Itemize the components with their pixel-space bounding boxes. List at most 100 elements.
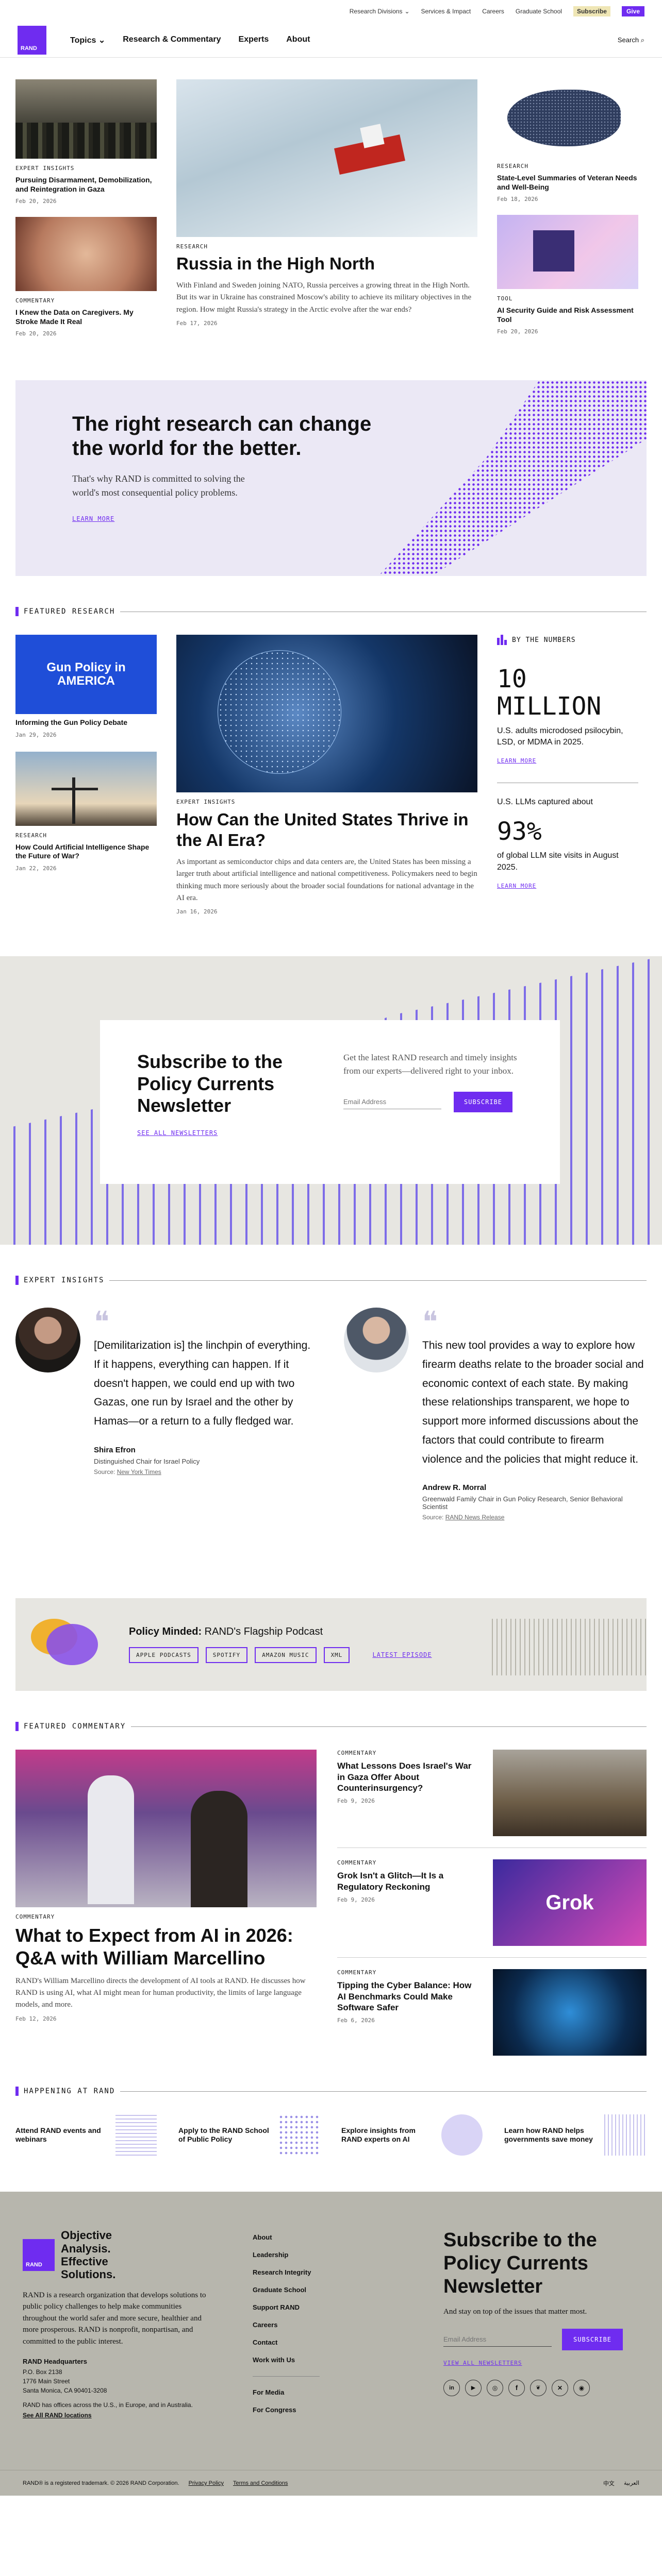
- subscribe-button[interactable]: Subscribe: [573, 6, 610, 16]
- see-all-newsletters-link[interactable]: SEE ALL NEWSLETTERS: [137, 1129, 218, 1137]
- happening-label: Apply to the RAND School of Public Polic…: [178, 2126, 269, 2144]
- give-button[interactable]: Give: [621, 6, 644, 16]
- feature-date: Feb 17, 2026: [176, 319, 218, 327]
- footer-link-about[interactable]: About: [253, 2229, 397, 2246]
- utility-link-careers[interactable]: Careers: [482, 8, 504, 15]
- utility-link-services[interactable]: Services & Impact: [421, 8, 471, 15]
- item-title: Tipping the Cyber Balance: How AI Benchm…: [337, 1980, 472, 2012]
- happening-item[interactable]: Apply to the RAND School of Public Polic…: [178, 2114, 321, 2156]
- source-prefix: Source:: [94, 1468, 117, 1476]
- commentary-item[interactable]: COMMENTARY Grok Isn't a Glitch—It Is a R…: [337, 1848, 647, 1958]
- happening-label: Learn how RAND helps governments save mo…: [504, 2126, 593, 2144]
- nav-topics[interactable]: Topics ⌄: [70, 35, 105, 45]
- divider: [253, 2376, 320, 2377]
- commentary-list: COMMENTARY What Lessons Does Israel's Wa…: [337, 1750, 647, 2056]
- amazon-music-button[interactable]: AMAZON MUSIC: [255, 1647, 317, 1664]
- commentary-item[interactable]: COMMENTARY Tipping the Cyber Balance: Ho…: [337, 1958, 647, 2056]
- quote-icon: ❝: [422, 1306, 438, 1338]
- youtube-icon[interactable]: ▶: [465, 2379, 482, 2396]
- search-button[interactable]: Search ⌕: [618, 36, 644, 44]
- rand-logo[interactable]: RAND: [18, 25, 46, 55]
- latest-episode-link[interactable]: LATEST EPISODE: [372, 1651, 432, 1658]
- newsletter-title: Subscribe to the Policy Currents Newslet…: [137, 1051, 283, 1116]
- story-card[interactable]: EXPERT INSIGHTS Pursuing Disarmament, De…: [15, 79, 157, 205]
- section-rule: [131, 1726, 647, 1727]
- footer-link-graduate-school[interactable]: Graduate School: [253, 2281, 397, 2299]
- footer-logo[interactable]: RAND: [23, 2239, 55, 2272]
- happening-item[interactable]: Learn how RAND helps governments save mo…: [504, 2114, 647, 2156]
- footer-link-leadership[interactable]: Leadership: [253, 2246, 397, 2264]
- footer-link-support[interactable]: Support RAND: [253, 2299, 397, 2316]
- story-card[interactable]: RESEARCH How Could Artificial Intelligen…: [15, 751, 157, 872]
- nav-research-commentary[interactable]: Research & Commentary: [123, 35, 221, 45]
- feature-story[interactable]: RESEARCH Russia in the High North With F…: [176, 79, 477, 337]
- footer-link-media[interactable]: For Media: [253, 2384, 397, 2401]
- all-locations-link[interactable]: See All RAND locations: [23, 2412, 214, 2419]
- footer-link-work-with-us[interactable]: Work with Us: [253, 2351, 397, 2369]
- source-link[interactable]: New York Times: [117, 1468, 161, 1476]
- story-image: [15, 79, 157, 159]
- language-arabic[interactable]: العربية: [624, 2480, 639, 2486]
- footer-offices: RAND has offices across the U.S., in Eur…: [23, 2401, 193, 2409]
- xml-button[interactable]: XML: [323, 1647, 350, 1664]
- expert-name: Andrew R. Morral: [422, 1483, 487, 1493]
- footer-link-congress[interactable]: For Congress: [253, 2401, 397, 2419]
- email-field[interactable]: [343, 1095, 441, 1110]
- footer-newsletter-title: Subscribe to the Policy Currents Newslet…: [443, 2229, 597, 2298]
- podcast-icon[interactable]: ◉: [573, 2379, 590, 2396]
- learn-more-link[interactable]: LEARN MORE: [497, 883, 536, 889]
- view-all-newsletters-link[interactable]: VIEW ALL NEWSLETTERS: [443, 2360, 639, 2366]
- linkedin-icon[interactable]: in: [443, 2379, 460, 2396]
- address-line: Santa Monica, CA 90401-3208: [23, 2387, 107, 2395]
- story-card[interactable]: RESEARCH State-Level Summaries of Vetera…: [497, 79, 638, 202]
- utility-link-graduate-school[interactable]: Graduate School: [516, 8, 562, 15]
- feature-title: Russia in the High North: [176, 254, 375, 273]
- utility-link-research-divisions[interactable]: Research Divisions: [350, 8, 403, 15]
- nav-about[interactable]: About: [286, 35, 310, 45]
- happening-item[interactable]: Explore insights from RAND experts on AI: [341, 2114, 484, 2156]
- happening-item[interactable]: Attend RAND events and webinars: [15, 2114, 158, 2156]
- happening-label: Explore insights from RAND experts on AI: [341, 2126, 416, 2144]
- feature-story[interactable]: COMMENTARY What to Expect from AI in 202…: [15, 1750, 317, 2056]
- learn-more-link[interactable]: LEARN MORE: [72, 515, 114, 522]
- x-icon[interactable]: ✕: [552, 2379, 568, 2396]
- bar-chart-icon: [497, 635, 507, 645]
- commentary-section: COMMENTARY What to Expect from AI in 202…: [15, 1750, 647, 2056]
- instagram-icon[interactable]: ◎: [487, 2379, 503, 2396]
- logo-text: RAND: [21, 45, 37, 52]
- item-date: Feb 6, 2026: [337, 2017, 375, 2024]
- story-title: How Could Artificial Intelligence Shape …: [15, 842, 150, 860]
- story-card[interactable]: TOOL AI Security Guide and Risk Assessme…: [497, 215, 638, 335]
- bluesky-icon[interactable]: ❦: [530, 2379, 547, 2396]
- spotify-button[interactable]: SPOTIFY: [205, 1647, 248, 1664]
- footer-link-research-integrity[interactable]: Research Integrity: [253, 2264, 397, 2281]
- footer-address: P.O. Box 2138 1776 Main Street Santa Mon…: [23, 2367, 214, 2395]
- subscribe-submit-button[interactable]: SUBSCRIBE: [454, 1092, 513, 1113]
- image-text: Grok: [545, 1891, 594, 1914]
- privacy-policy-link[interactable]: Privacy Policy: [189, 2480, 224, 2486]
- address-line: 1776 Main Street: [23, 2378, 70, 2385]
- feature-image: [176, 79, 477, 237]
- story-card[interactable]: COMMENTARY I Knew the Data on Caregivers…: [15, 217, 157, 337]
- feature-desc: With Finland and Sweden joining NATO, Ru…: [176, 281, 472, 314]
- apple-podcasts-button[interactable]: APPLE PODCASTS: [129, 1647, 198, 1664]
- nav-experts[interactable]: Experts: [239, 35, 269, 45]
- subscribe-submit-button[interactable]: SUBSCRIBE: [562, 2328, 623, 2350]
- facebook-icon[interactable]: f: [508, 2379, 525, 2396]
- section-label: FEATURED COMMENTARY: [24, 1722, 126, 1731]
- feature-story[interactable]: EXPERT INSIGHTS How Can the United State…: [176, 635, 477, 915]
- email-field[interactable]: [443, 2332, 552, 2347]
- commentary-item[interactable]: COMMENTARY What Lessons Does Israel's Wa…: [337, 1750, 647, 1849]
- mission-banner: The right research can change the world …: [15, 380, 647, 576]
- source-link[interactable]: RAND News Release: [445, 1514, 505, 1521]
- learn-more-link[interactable]: LEARN MORE: [497, 757, 536, 764]
- story-card[interactable]: Gun Policy in AMERICA Informing the Gun …: [15, 635, 157, 738]
- footer-link-contact[interactable]: Contact: [253, 2334, 397, 2351]
- footer-link-careers[interactable]: Careers: [253, 2316, 397, 2334]
- terms-link[interactable]: Terms and Conditions: [233, 2480, 288, 2486]
- happening-list: Attend RAND events and webinars Apply to…: [15, 2114, 647, 2156]
- feature-date: Jan 16, 2026: [176, 908, 218, 916]
- image-text: Gun Policy in AMERICA: [46, 660, 126, 688]
- feature-tag: RESEARCH: [176, 243, 208, 250]
- language-chinese[interactable]: 中文: [603, 2479, 615, 2487]
